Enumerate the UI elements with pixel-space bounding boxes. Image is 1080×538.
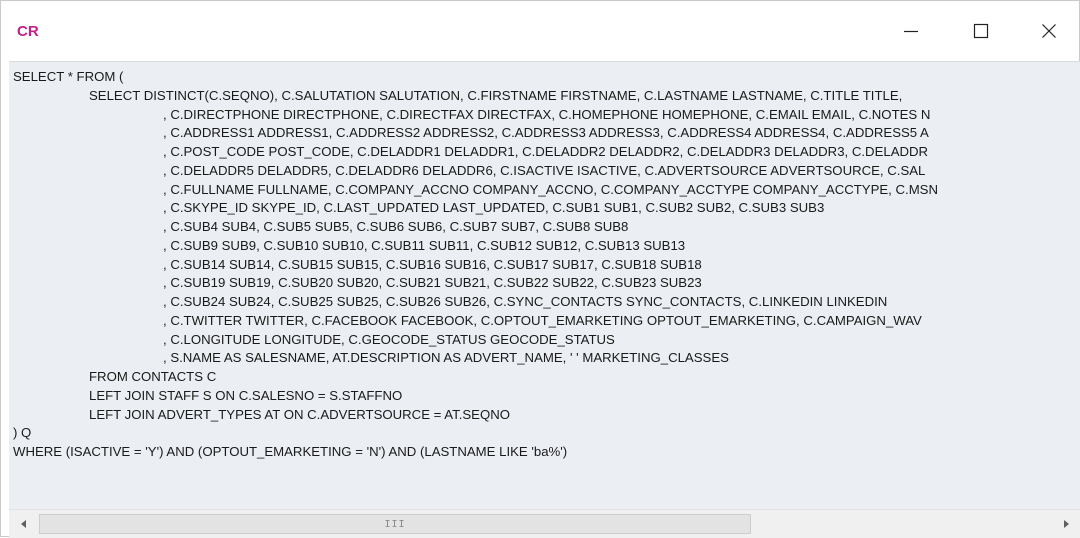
scroll-thumb[interactable]: III bbox=[39, 514, 751, 534]
sql-line: WHERE (ISACTIVE = 'Y') AND (OPTOUT_EMARK… bbox=[13, 444, 568, 459]
scroll-right-icon bbox=[1064, 520, 1069, 528]
sql-line: , C.SUB14 SUB14, C.SUB15 SUB15, C.SUB16 … bbox=[163, 256, 702, 272]
sql-line: FROM CONTACTS C bbox=[89, 369, 217, 384]
sql-editor[interactable]: SELECT * FROM ( SELECT DISTINCT(C.SEQNO),… bbox=[9, 61, 1080, 510]
sql-line: SELECT DISTINCT(C.SEQNO), C.SALUTATION S… bbox=[89, 87, 906, 103]
close-icon bbox=[1042, 24, 1056, 38]
sql-line: , C.FULLNAME FULLNAME, C.COMPANY_ACCNO C… bbox=[163, 181, 939, 197]
scroll-right-button[interactable] bbox=[1053, 510, 1079, 538]
scroll-left-button[interactable] bbox=[11, 510, 37, 538]
sql-line: , C.SUB19 SUB19, C.SUB20 SUB20, C.SUB21 … bbox=[163, 275, 702, 291]
sql-line: , S.NAME AS SALESNAME, AT.DESCRIPTION AS… bbox=[163, 350, 729, 366]
minimize-button[interactable] bbox=[881, 1, 941, 61]
sql-code[interactable]: SELECT * FROM ( SELECT DISTINCT(C.SEQNO),… bbox=[13, 68, 938, 462]
close-button[interactable] bbox=[1019, 1, 1079, 61]
horizontal-scrollbar[interactable]: III bbox=[9, 509, 1080, 538]
sql-line: LEFT JOIN STAFF S ON C.SALESNO = S.STAFF… bbox=[89, 387, 403, 403]
sql-line: , C.TWITTER TWITTER, C.FACEBOOK FACEBOOK… bbox=[163, 312, 922, 328]
title-bar[interactable]: CR bbox=[1, 1, 1079, 61]
sql-line: , C.DIRECTPHONE DIRECTPHONE, C.DIRECTFAX… bbox=[163, 106, 931, 122]
sql-line: , C.ADDRESS1 ADDRESS1, C.ADDRESS2 ADDRES… bbox=[163, 125, 929, 141]
query-window: CR SELECT * FROM ( SELECT DISTINCT(C.SEQN… bbox=[0, 0, 1080, 538]
scroll-grip: III bbox=[384, 518, 406, 530]
sql-line: , C.SUB4 SUB4, C.SUB5 SUB5, C.SUB6 SUB6,… bbox=[163, 219, 629, 234]
window-title: CR bbox=[17, 23, 39, 40]
sql-line: , C.SKYPE_ID SKYPE_ID, C.LAST_UPDATED LA… bbox=[163, 200, 825, 216]
sql-line: LEFT JOIN ADVERT_TYPES AT ON C.ADVERTSOU… bbox=[89, 406, 511, 422]
sql-line: , C.DELADDR5 DELADDR5, C.DELADDR6 DELADD… bbox=[163, 162, 926, 178]
sql-line: , C.SUB9 SUB9, C.SUB10 SUB10, C.SUB11 SU… bbox=[163, 237, 686, 253]
sql-line: , C.LONGITUDE LONGITUDE, C.GEOCODE_STATU… bbox=[163, 331, 615, 347]
maximize-icon bbox=[973, 23, 989, 39]
sql-line: SELECT * FROM ( bbox=[13, 69, 124, 84]
sql-line: , C.SUB24 SUB24, C.SUB25 SUB25, C.SUB26 … bbox=[163, 294, 888, 309]
scroll-left-icon bbox=[21, 520, 26, 528]
minimize-icon bbox=[904, 30, 918, 33]
sql-line: , C.POST_CODE POST_CODE, C.DELADDR1 DELA… bbox=[163, 144, 929, 159]
maximize-button[interactable] bbox=[951, 1, 1011, 61]
sql-line: ) Q bbox=[13, 425, 32, 441]
